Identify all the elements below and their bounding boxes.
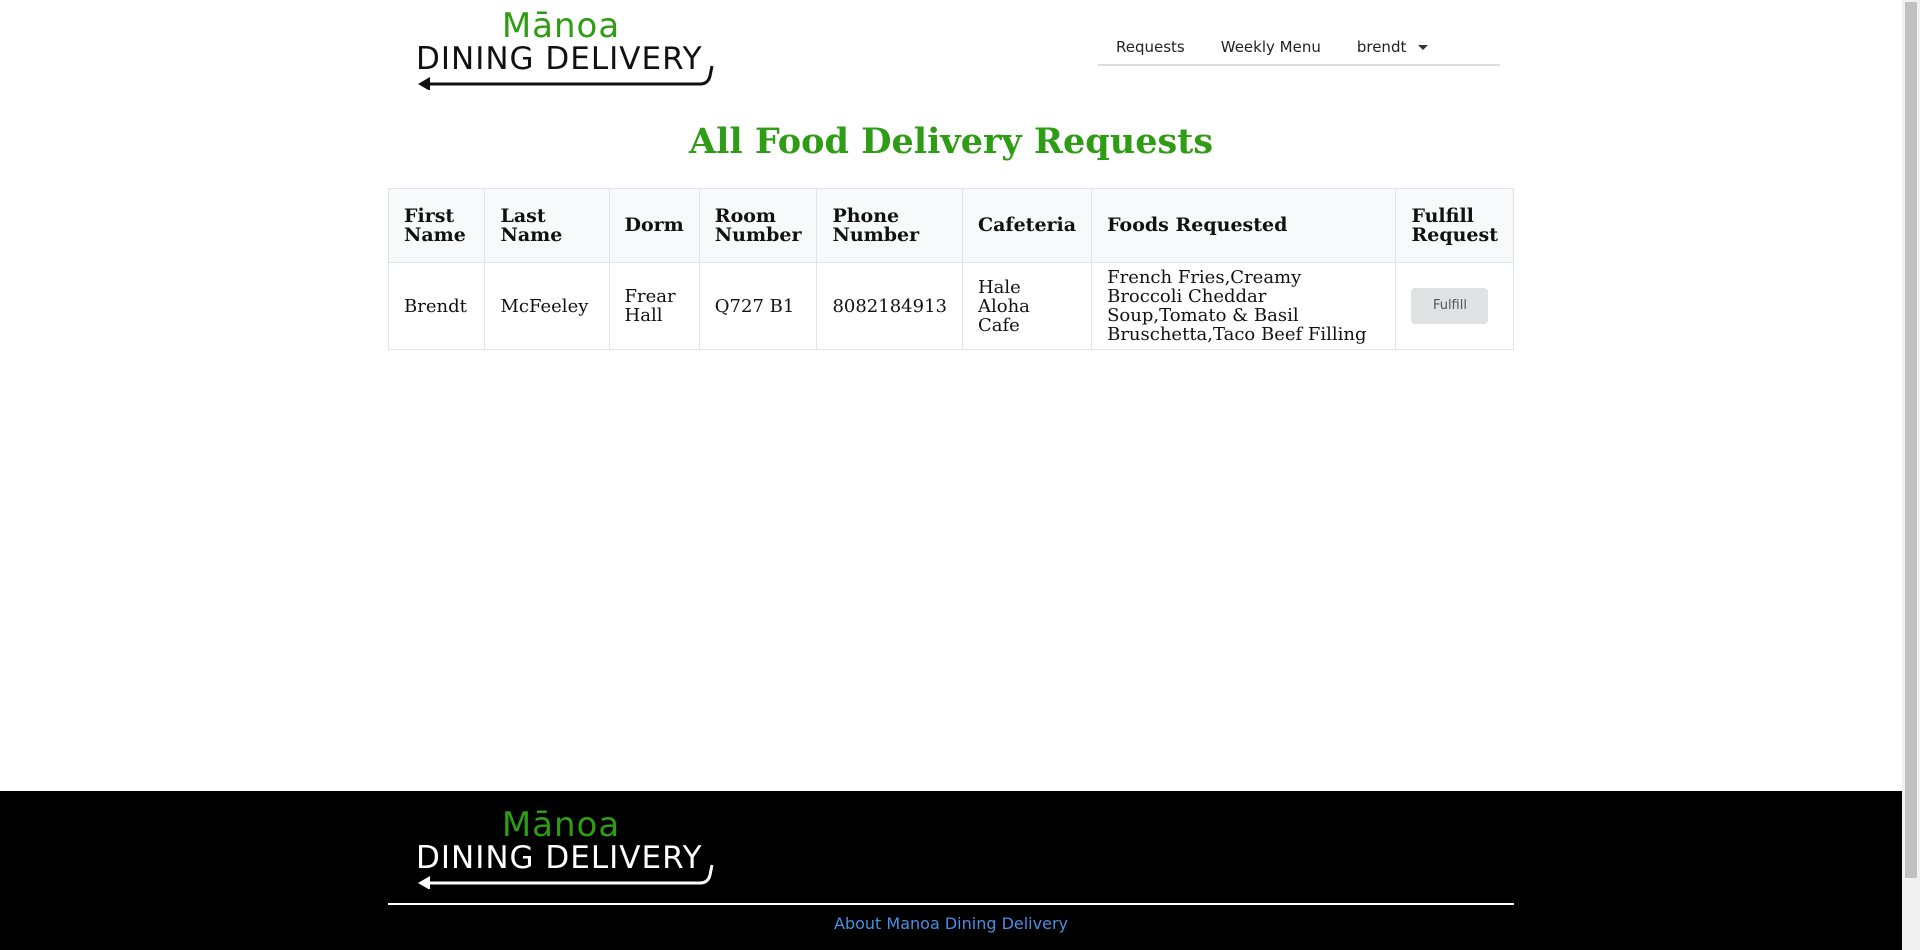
- fulfill-button[interactable]: Fulfill: [1411, 288, 1489, 324]
- col-phone-number: Phone Number: [816, 188, 963, 263]
- user-dropdown[interactable]: brendt: [1339, 35, 1447, 59]
- main-nav: Requests Weekly Menu brendt: [1098, 30, 1500, 66]
- footer-logo: Mānoa DINING DELIVERY: [416, 805, 716, 889]
- page-title: All Food Delivery Requests: [688, 121, 1214, 162]
- col-cafeteria: Cafeteria: [961, 188, 1093, 263]
- cell-dorm: Frear Hall: [608, 262, 700, 350]
- cell-first-name: Brendt: [387, 262, 486, 350]
- col-first-name: First Name: [387, 188, 486, 263]
- nav-item-requests[interactable]: Requests: [1098, 35, 1203, 59]
- brand-logo[interactable]: Mānoa DINING DELIVERY: [416, 6, 716, 90]
- cell-room: Q727 B1: [698, 262, 818, 350]
- cell-foods: French Fries,Creamy Broccoli Cheddar Sou…: [1091, 262, 1397, 350]
- col-dorm: Dorm: [608, 188, 700, 263]
- vertical-scrollbar[interactable]: [1902, 0, 1920, 950]
- cell-cafeteria: Hale Aloha Cafe: [961, 262, 1093, 350]
- col-fulfill-request: Fulfill Request: [1395, 188, 1514, 263]
- logo-manoa-text: Mānoa: [501, 6, 621, 46]
- table-header-row: First Name Last Name Dorm Room Number Ph…: [387, 188, 1514, 263]
- requests-table: First Name Last Name Dorm Room Number Ph…: [387, 188, 1514, 350]
- scrollbar-thumb[interactable]: [1905, 2, 1917, 878]
- footer-logo-arrow-icon: [418, 864, 714, 889]
- cell-fulfill: Fulfill: [1395, 262, 1514, 350]
- footer-logo-manoa-text: Mānoa: [501, 805, 621, 845]
- col-foods-requested: Foods Requested: [1091, 188, 1397, 263]
- nav-item-weekly-menu[interactable]: Weekly Menu: [1203, 35, 1339, 59]
- caret-down-icon: [1418, 45, 1429, 50]
- user-name: brendt: [1356, 38, 1407, 56]
- about-link[interactable]: About Manoa Dining Delivery: [388, 912, 1514, 936]
- footer-divider: [388, 903, 1514, 905]
- col-last-name: Last Name: [484, 188, 610, 263]
- table-row: Brendt McFeeley Frear Hall Q727 B1 80821…: [387, 262, 1514, 350]
- header: Mānoa DINING DELIVERY Requests Weekly Me…: [388, 0, 1514, 100]
- page: Mānoa DINING DELIVERY Requests Weekly Me…: [0, 0, 1920, 950]
- cell-last-name: McFeeley: [484, 262, 610, 350]
- requests-table-container: First Name Last Name Dorm Room Number Ph…: [387, 188, 1514, 350]
- footer: Mānoa DINING DELIVERY About Manoa Dining…: [0, 791, 1902, 950]
- col-room-number: Room Number: [698, 188, 818, 263]
- cell-phone: 8082184913: [816, 262, 963, 350]
- logo-arrow-icon: [418, 65, 714, 90]
